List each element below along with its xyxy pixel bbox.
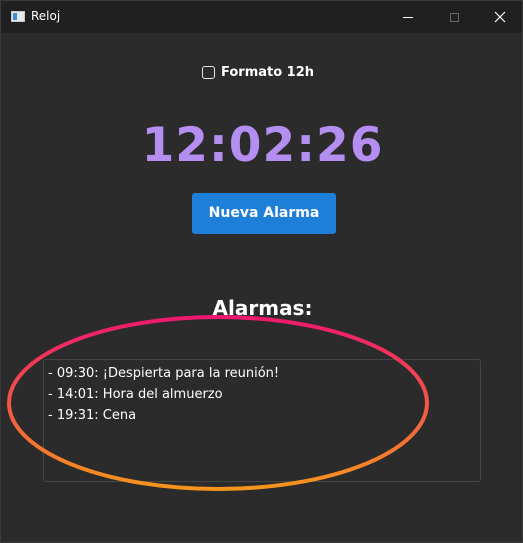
clock-display: 12:02:26 <box>141 118 384 173</box>
new-alarm-button[interactable]: Nueva Alarma <box>192 193 336 234</box>
maximize-icon <box>449 12 459 22</box>
app-icon <box>11 11 25 22</box>
format-12h-checkbox[interactable] <box>202 66 215 79</box>
list-item[interactable]: - 14:01: Hora del almuerzo <box>48 384 476 405</box>
format-12h-row: Formato 12h <box>202 65 314 80</box>
window-title: Reloj <box>31 9 61 23</box>
close-button[interactable] <box>477 1 522 33</box>
minimize-icon <box>403 16 413 18</box>
alarms-list[interactable]: - 09:30: ¡Despierta para la reunión! - 1… <box>43 359 481 482</box>
close-icon <box>494 11 506 23</box>
title-bar[interactable]: Reloj <box>1 1 522 33</box>
app-window: Reloj Formato 12h 12:02:26 Nueva Alarma … <box>0 0 523 543</box>
list-item[interactable]: - 09:30: ¡Despierta para la reunión! <box>48 363 476 384</box>
alarms-heading: Alarmas: <box>212 296 313 320</box>
minimize-button[interactable] <box>385 1 431 33</box>
maximize-button[interactable] <box>431 1 477 33</box>
format-12h-label[interactable]: Formato 12h <box>221 65 314 80</box>
list-item[interactable]: - 19:31: Cena <box>48 405 476 426</box>
